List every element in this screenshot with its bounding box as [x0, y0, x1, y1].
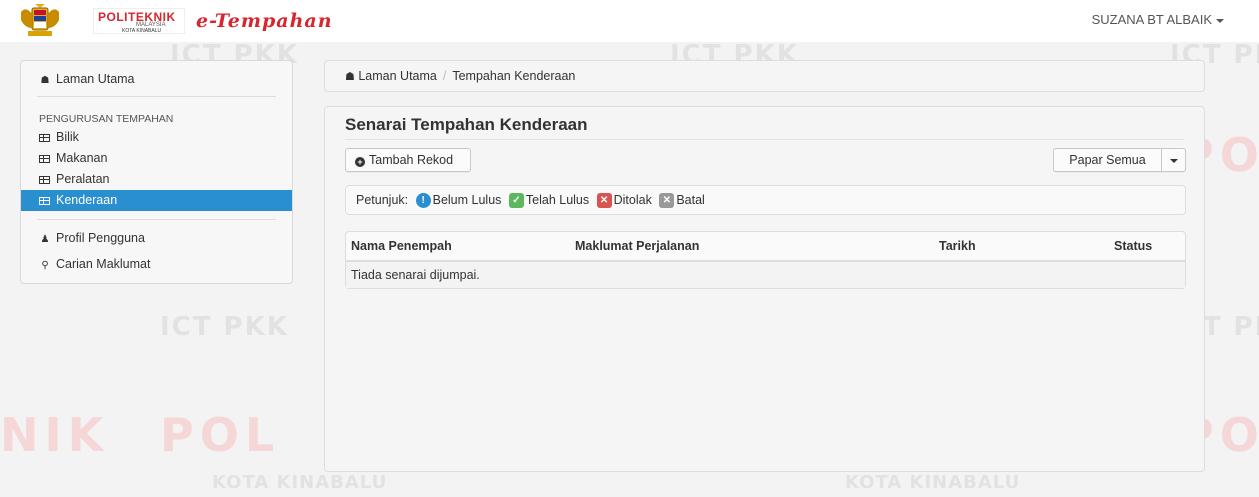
sidebar-item-profil[interactable]: ♟ Profil Pengguna: [21, 228, 292, 249]
breadcrumb-current: Tempahan Kenderaan: [452, 69, 576, 83]
logo-sub-kota: KOTA KINABALU: [122, 28, 162, 34]
table-icon: [39, 196, 50, 205]
legend-batal: Batal: [676, 193, 705, 207]
sidebar-section-header: PENGURUSAN TEMPAHAN: [39, 113, 174, 125]
sidebar-item-label: Laman Utama: [56, 72, 135, 86]
times-circle-icon: ✕: [596, 193, 612, 209]
add-record-button[interactable]: + Tambah Rekod: [345, 148, 471, 172]
table-icon: [39, 175, 50, 184]
check-icon: ✓: [508, 193, 524, 209]
sidebar-item-kenderaan[interactable]: Kenderaan: [21, 190, 292, 211]
sidebar-divider: [37, 96, 276, 97]
main-panel: Senarai Tempahan Kenderaan + Tambah Rekod…: [324, 106, 1205, 472]
sidebar-item-bilik[interactable]: Bilik: [21, 127, 292, 148]
sidebar-item-peralatan[interactable]: Peralatan: [21, 169, 292, 190]
add-record-label: Tambah Rekod: [369, 153, 454, 167]
legend-ditolak: Ditolak: [613, 193, 652, 207]
times-circle-icon: ✕: [659, 193, 675, 209]
status-legend: Petunjuk: ! Belum Lulus ✓ Telah Lulus ✕ Dit…: [345, 185, 1186, 215]
sidebar-divider: [37, 219, 276, 220]
user-menu[interactable]: SUZANA BT ALBAIK: [1092, 12, 1224, 27]
caret-down-icon: [1170, 159, 1178, 163]
sidebar-item-label: Kenderaan: [56, 193, 118, 207]
table-icon: [39, 133, 50, 142]
app-brand[interactable]: e-Tempahan: [196, 10, 333, 32]
sidebar-item-label: Peralatan: [56, 172, 110, 186]
watermark-poli-3: POL: [160, 408, 281, 462]
user-name: SUZANA BT ALBAIK: [1091, 12, 1212, 27]
sidebar-item-home[interactable]: ☗ Laman Utama: [21, 69, 292, 89]
booking-table: Nama Penempah Maklumat Perjalanan Tarikh…: [345, 231, 1186, 289]
legend-label: Petunjuk:: [356, 193, 409, 207]
sidebar-item-carian[interactable]: ⚲ Carian Maklumat: [21, 254, 292, 275]
caret-down-icon: [1216, 18, 1224, 23]
sidebar-item-label: Makanan: [56, 151, 108, 165]
legend-belum-lulus: Belum Lulus: [432, 193, 502, 207]
filter-button[interactable]: Papar Semua: [1053, 148, 1162, 172]
sidebar-item-label: Profil Pengguna: [56, 231, 145, 245]
column-header[interactable]: Nama Penempah: [351, 232, 452, 260]
table-icon: [39, 154, 50, 163]
info-icon: !: [415, 193, 431, 209]
column-header[interactable]: Status: [1114, 232, 1152, 260]
home-icon: ☗: [40, 75, 50, 86]
column-header[interactable]: Maklumat Perjalanan: [575, 232, 699, 260]
filter-dropdown-toggle[interactable]: [1161, 148, 1186, 172]
column-header[interactable]: Tarikh: [939, 232, 976, 260]
politeknik-logo: POLITEKNIK MALAYSIA KOTA KINABALU: [93, 8, 185, 34]
watermark-poli-2: NIK: [0, 408, 110, 462]
sidebar: ☗ Laman Utama PENGURUSAN TEMPAHAN Bilik M…: [20, 60, 293, 284]
search-icon: ⚲: [41, 260, 49, 271]
title-divider: [345, 139, 1184, 140]
sidebar-item-makanan[interactable]: Makanan: [21, 148, 292, 169]
watermark-ict-4: ICT PKK: [160, 312, 289, 342]
coat-of-arms-logo: [21, 4, 59, 36]
watermark-kota-2: KOTA KINABALU: [845, 472, 1021, 493]
sidebar-item-label: Carian Maklumat: [56, 257, 151, 271]
top-navbar: POLITEKNIK MALAYSIA KOTA KINABALU e-Temp…: [0, 0, 1259, 42]
breadcrumb: ☗ Laman Utama / Tempahan Kenderaan: [324, 60, 1205, 92]
table-empty-row: Tiada senarai dijumpai.: [346, 262, 1185, 288]
breadcrumb-home-link[interactable]: Laman Utama: [358, 69, 437, 83]
home-icon: ☗: [345, 71, 355, 83]
legend-telah-lulus: Telah Lulus: [525, 193, 590, 207]
user-icon: ♟: [40, 234, 50, 245]
table-header: Nama Penempah Maklumat Perjalanan Tarikh…: [346, 232, 1185, 262]
page-title: Senarai Tempahan Kenderaan: [345, 115, 588, 134]
plus-circle-icon: +: [355, 157, 365, 167]
breadcrumb-separator: /: [442, 69, 447, 83]
sidebar-item-label: Bilik: [56, 130, 79, 144]
watermark-kota-1: KOTA KINABALU: [212, 472, 388, 493]
